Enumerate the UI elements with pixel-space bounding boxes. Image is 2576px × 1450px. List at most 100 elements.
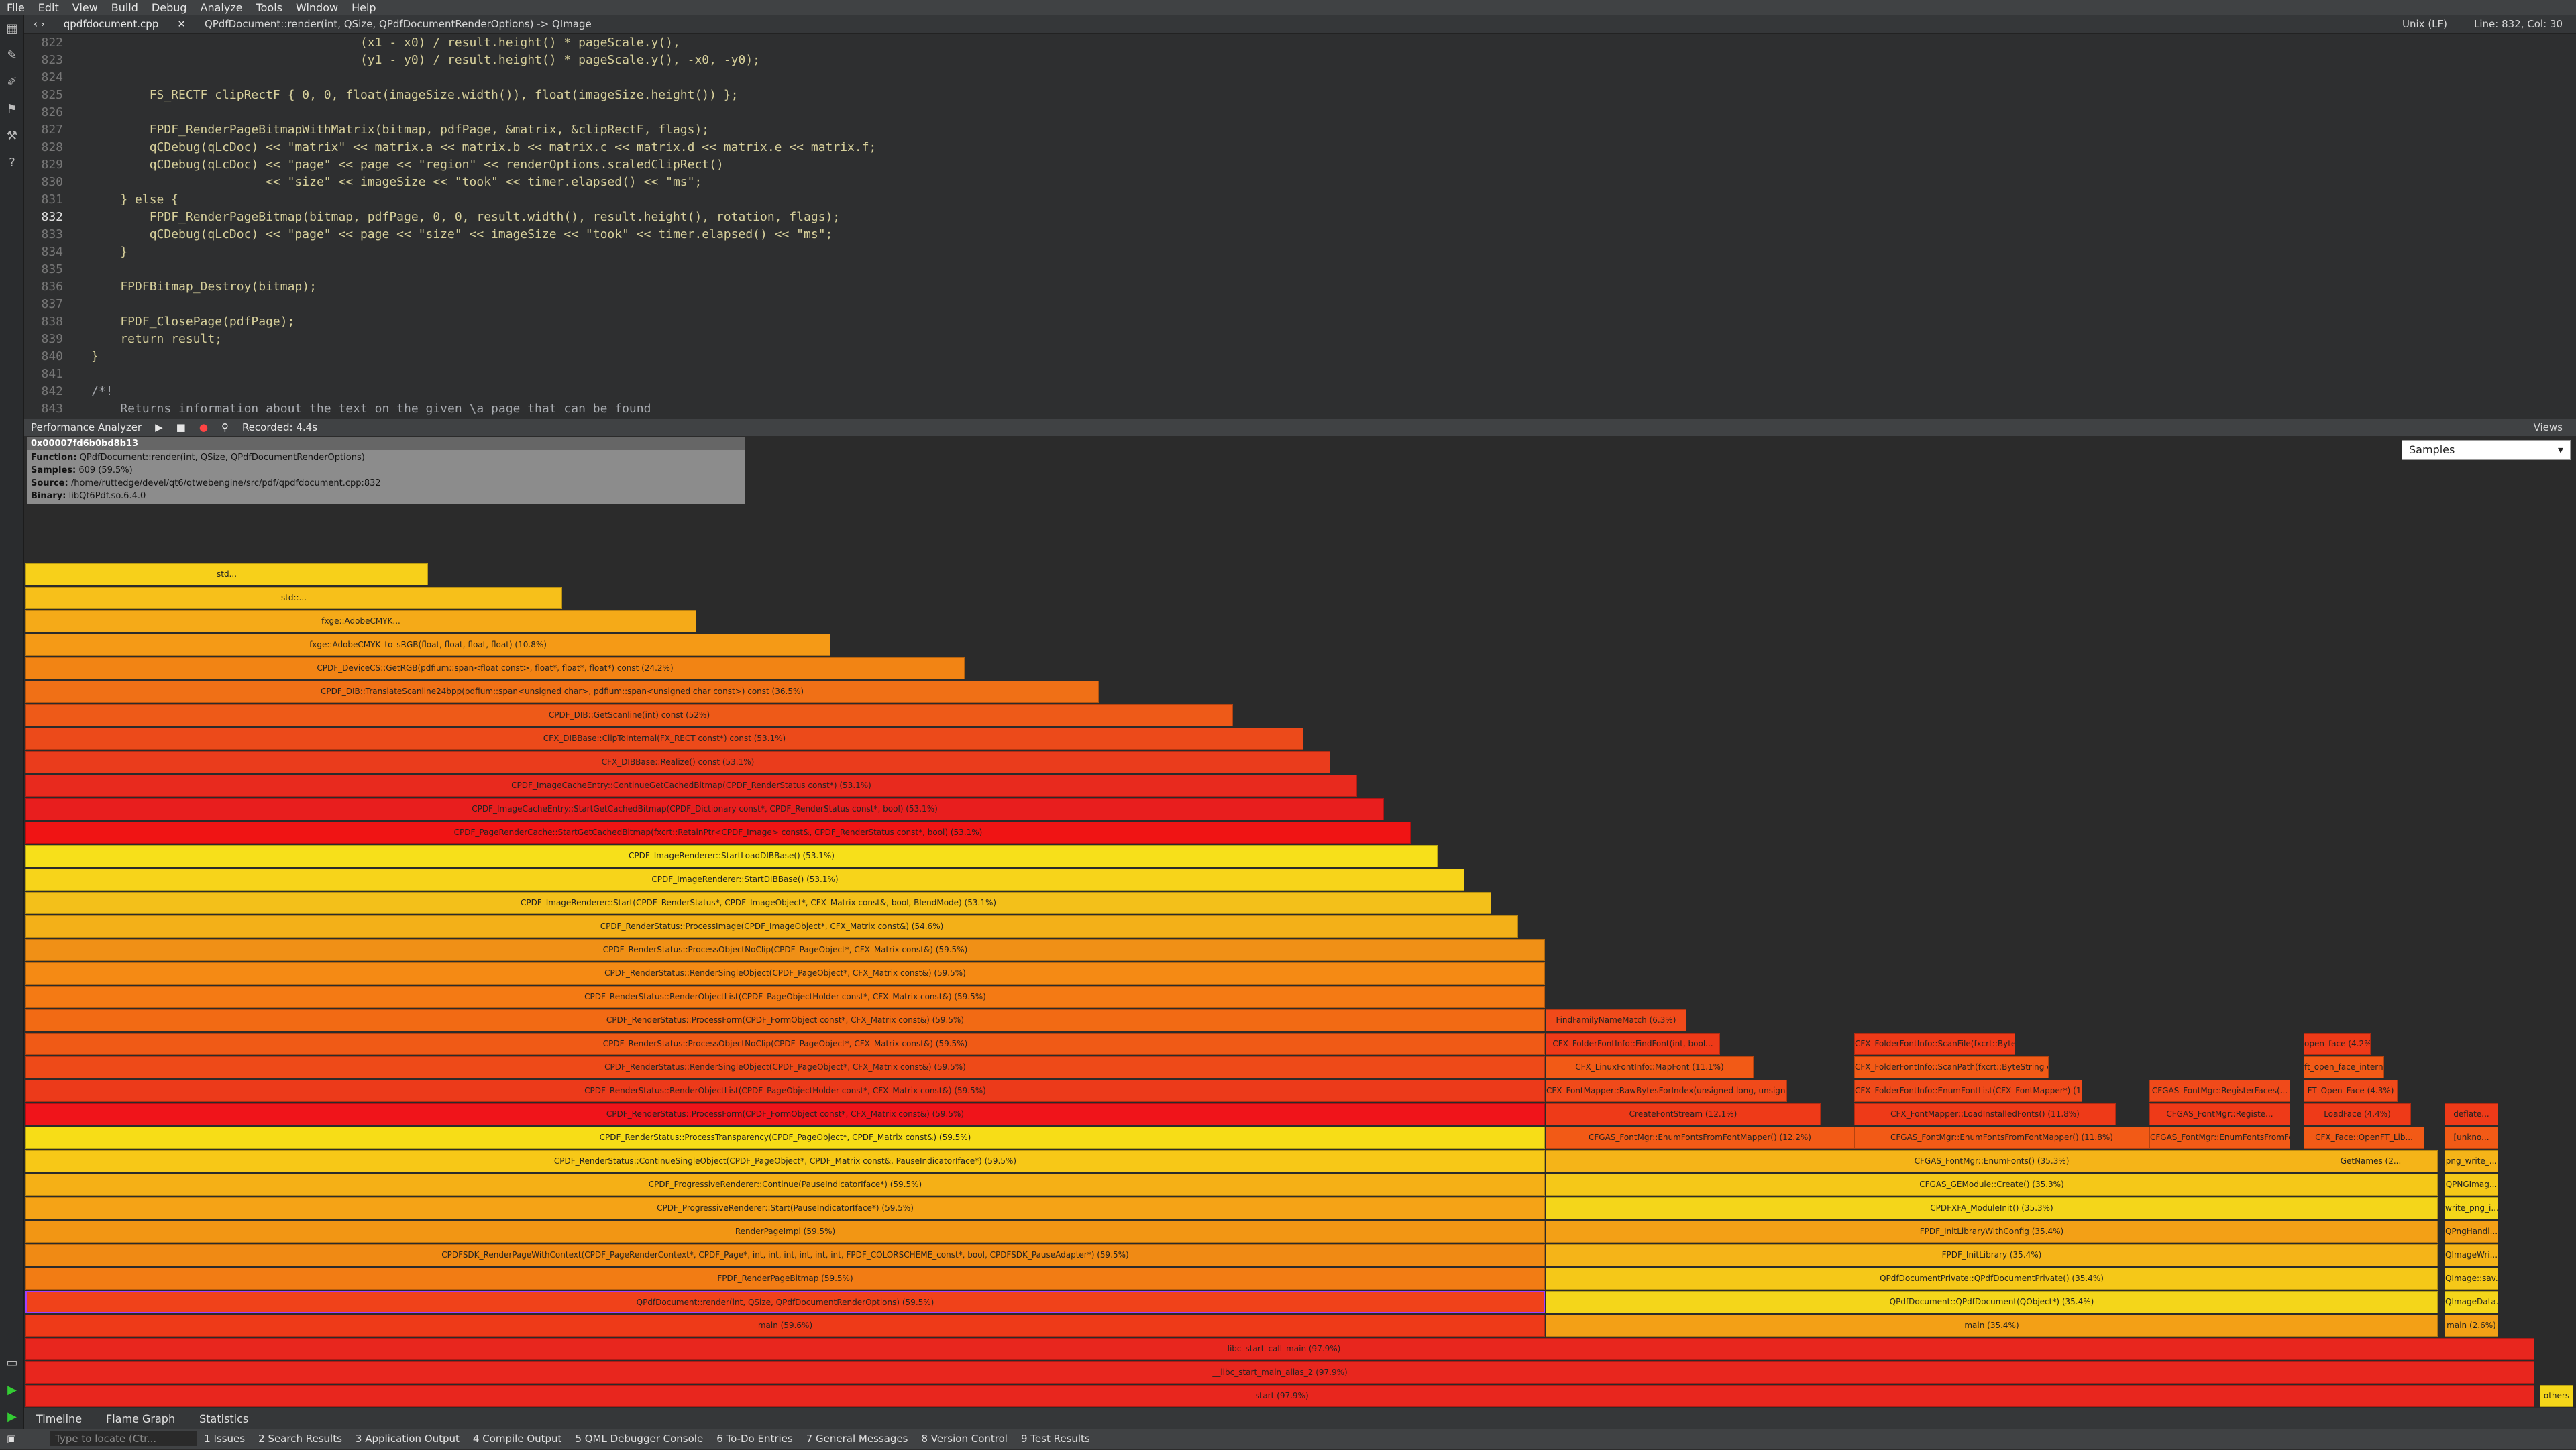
flame-frame[interactable]: LoadFace (4.4%) (2304, 1103, 2411, 1125)
flame-frame[interactable]: CFX_FontMapper::LoadInstalledFonts() (11… (1854, 1103, 2116, 1125)
flame-frame[interactable]: RenderPageImpl (59.5%) (25, 1221, 1545, 1243)
welcome-mode-icon[interactable]: ▦ (0, 15, 24, 42)
flame-frame[interactable]: CPDF_RenderStatus::ProcessObjectNoClip(C… (25, 1033, 1545, 1055)
flame-frame[interactable]: CFX_FolderFontInfo::ScanFile(fxcrt::Byte… (1854, 1033, 2015, 1055)
flame-frame[interactable]: fxge::AdobeCMYK... (25, 610, 696, 632)
flame-frame[interactable]: CFX_FolderFontInfo::ScanPath(fxcrt::Byte… (1854, 1056, 2049, 1078)
flame-frame[interactable]: [unkno... (2445, 1127, 2498, 1149)
stop-icon[interactable]: ■ (170, 421, 193, 433)
samples-select[interactable]: Samples ▾ (2402, 440, 2571, 460)
locator-input[interactable]: Type to locate (Ctr... (50, 1431, 198, 1446)
code-line[interactable]: 837 (24, 295, 2576, 313)
close-file-icon[interactable]: ✕ (168, 18, 195, 30)
flame-frame[interactable]: others (2540, 1385, 2573, 1407)
flame-frame[interactable]: CPDF_RenderStatus::ProcessTransparency(C… (25, 1127, 1545, 1149)
flame-frame[interactable]: FT_Open_Face (4.3%) (2304, 1080, 2398, 1102)
flame-frame[interactable]: CPDF_ImageRenderer::Start(CPDF_RenderSta… (25, 892, 1491, 914)
flame-frame[interactable]: main (2.6%) (2445, 1315, 2498, 1337)
flame-frame[interactable]: CPDF_ImageCacheEntry::StartGetCachedBitm… (25, 798, 1384, 820)
flame-frame[interactable]: fxge::AdobeCMYK_to_sRGB(float, float, fl… (25, 634, 830, 656)
start-recording-icon[interactable]: ▶ (148, 421, 170, 433)
help-mode-icon[interactable]: ? (0, 149, 24, 176)
menu-debug[interactable]: Debug (145, 1, 194, 14)
flame-frame[interactable]: CPDFXFA_ModuleInit() (35.3%) (1546, 1197, 2438, 1219)
code-line[interactable]: 838 FPDF_ClosePage(pdfPage); (24, 313, 2576, 330)
flame-graph[interactable]: 0x00007fd6b0bd8b13 Function: QPdfDocumen… (24, 436, 2576, 1408)
output-pane-tests[interactable]: 9 Test Results (1014, 1433, 1097, 1445)
flame-frame[interactable]: QPNGImag... (2445, 1174, 2498, 1196)
filter-icon[interactable]: ⚲ (215, 421, 235, 433)
flame-frame[interactable]: CFGAS_GEModule::Create() (35.3%) (1546, 1174, 2438, 1196)
code-line[interactable]: 832 FPDF_RenderPageBitmap(bitmap, pdfPag… (24, 208, 2576, 225)
code-line[interactable]: 823 (y1 - y0) / result.height() * pageSc… (24, 51, 2576, 68)
flame-frame[interactable]: png_write_... (2445, 1150, 2498, 1172)
code-line[interactable]: 840} (24, 347, 2576, 365)
flame-frame[interactable]: QPngHandl... (2445, 1221, 2498, 1243)
open-file-name[interactable]: qpdfdocument.cpp (54, 18, 168, 30)
flame-frame[interactable]: std... (25, 563, 428, 585)
flame-frame[interactable]: main (59.6%) (25, 1315, 1545, 1337)
flame-frame[interactable]: CFX_DIBBase::Realize() const (53.1%) (25, 751, 1330, 773)
flame-frame[interactable]: CPDF_DeviceCS::GetRGB(pdfium::span<float… (25, 657, 965, 679)
flame-frame[interactable]: CPDF_RenderStatus::ProcessForm(CPDF_Form… (25, 1103, 1545, 1125)
code-line[interactable]: 831 } else { (24, 190, 2576, 208)
menu-analyze[interactable]: Analyze (194, 1, 250, 14)
flame-frame[interactable]: CreateFontStream (12.1%) (1546, 1103, 1821, 1125)
flame-frame[interactable]: CFX_Face::OpenFT_Lib... (2304, 1127, 2424, 1149)
menu-build[interactable]: Build (105, 1, 145, 14)
menu-tools[interactable]: Tools (250, 1, 289, 14)
flame-frame[interactable]: GetNames (2... (2304, 1150, 2438, 1172)
code-line[interactable]: 830 << "size" << imageSize << "took" << … (24, 173, 2576, 190)
code-line[interactable]: 836 FPDFBitmap_Destroy(bitmap); (24, 278, 2576, 295)
output-pane-messages[interactable]: 7 General Messages (800, 1433, 915, 1445)
flame-frame[interactable]: FPDF_RenderPageBitmap (59.5%) (25, 1268, 1545, 1290)
flame-frame[interactable]: FindFamilyNameMatch (6.3%) (1546, 1009, 1686, 1031)
flame-frame[interactable]: CFGAS_FontMgr::EnumFontsFromFontMapper()… (1854, 1127, 2149, 1149)
flame-frame[interactable]: QImageWri... (2445, 1244, 2498, 1266)
code-line[interactable]: 839 return result; (24, 330, 2576, 347)
code-line[interactable]: 841 (24, 365, 2576, 382)
flame-frame[interactable]: CPDFSDK_RenderPageWithContext(CPDF_PageR… (25, 1244, 1545, 1266)
flame-frame[interactable]: CPDF_RenderStatus::RenderSingleObject(CP… (25, 962, 1545, 985)
code-line[interactable]: 829 qCDebug(qLcDoc) << "page" << page <<… (24, 156, 2576, 173)
flame-frame[interactable]: __libc_start_call_main (97.9%) (25, 1338, 2534, 1360)
flame-frame[interactable]: CPDF_RenderStatus::RenderObjectList(CPDF… (25, 1080, 1545, 1102)
code-editor[interactable]: 822 (x1 - x0) / result.height() * pageSc… (24, 34, 2576, 419)
run-icon[interactable]: ▶ (0, 1376, 24, 1403)
flame-frame[interactable]: CPDF_RenderStatus::ProcessImage(CPDF_Ima… (25, 915, 1518, 938)
debug-mode-icon[interactable]: ⚑ (0, 95, 24, 122)
output-pane-vcs[interactable]: 8 Version Control (915, 1433, 1014, 1445)
flame-frame[interactable]: CFGAS_FontMgr::Registe... (2149, 1103, 2290, 1125)
tab-flame-graph[interactable]: Flame Graph (94, 1412, 187, 1425)
menu-help[interactable]: Help (345, 1, 382, 14)
flame-frame[interactable]: CPDF_RenderStatus::RenderSingleObject(CP… (25, 1056, 1545, 1078)
views-button[interactable]: Views (2520, 421, 2576, 433)
menu-file[interactable]: File (0, 1, 32, 14)
flame-frame[interactable]: CPDF_RenderStatus::RenderObjectList(CPDF… (25, 986, 1545, 1008)
flame-frame[interactable]: QPdfDocumentPrivate::QPdfDocumentPrivate… (1546, 1268, 2438, 1290)
edit-mode-icon[interactable]: ✎ (0, 42, 24, 68)
flame-frame[interactable]: CPDF_ProgressiveRenderer::Start(PauseInd… (25, 1197, 1545, 1219)
flame-frame[interactable]: __libc_start_main_alias_2 (97.9%) (25, 1361, 2534, 1384)
code-line[interactable]: 842 /*! (24, 382, 2576, 400)
flame-frame[interactable]: CFX_FolderFontInfo::FindFont(int, bool..… (1546, 1033, 1720, 1055)
code-line[interactable]: 828 qCDebug(qLcDoc) << "matrix" << matri… (24, 138, 2576, 156)
flame-frame[interactable]: std::... (25, 587, 562, 609)
code-line[interactable]: 824 (24, 68, 2576, 86)
output-pane-todo[interactable]: 6 To-Do Entries (710, 1433, 800, 1445)
flame-frame[interactable]: CFGAS_FontMgr::EnumFontsFromFontMapper()… (2149, 1127, 2290, 1149)
flame-frame[interactable]: CPDF_ProgressiveRenderer::Continue(Pause… (25, 1174, 1545, 1196)
flame-frame[interactable]: FPDF_InitLibraryWithConfig (35.4%) (1546, 1221, 2438, 1243)
code-line[interactable]: 822 (x1 - x0) / result.height() * pageSc… (24, 34, 2576, 51)
tab-statistics[interactable]: Statistics (187, 1412, 260, 1425)
code-line[interactable]: 826 (24, 103, 2576, 121)
flame-frame[interactable]: open_face (4.2%) (2304, 1033, 2371, 1055)
flame-frame[interactable]: CFX_DIBBase::ClipToInternal(FX_RECT cons… (25, 728, 1303, 750)
code-line[interactable]: 834 } (24, 243, 2576, 260)
flame-frame[interactable]: CFGAS_FontMgr::EnumFontsFromFontMapper()… (1546, 1127, 1854, 1149)
projects-mode-icon[interactable]: ⚒ (0, 122, 24, 149)
output-pane-qml-console[interactable]: 5 QML Debugger Console (568, 1433, 710, 1445)
flame-frame[interactable]: CFX_FontMapper::RawBytesForIndex(unsigne… (1546, 1080, 1787, 1102)
flame-frame[interactable]: ft_open_face_internal (... (2304, 1056, 2384, 1078)
code-line[interactable]: 843 Returns information about the text o… (24, 400, 2576, 417)
